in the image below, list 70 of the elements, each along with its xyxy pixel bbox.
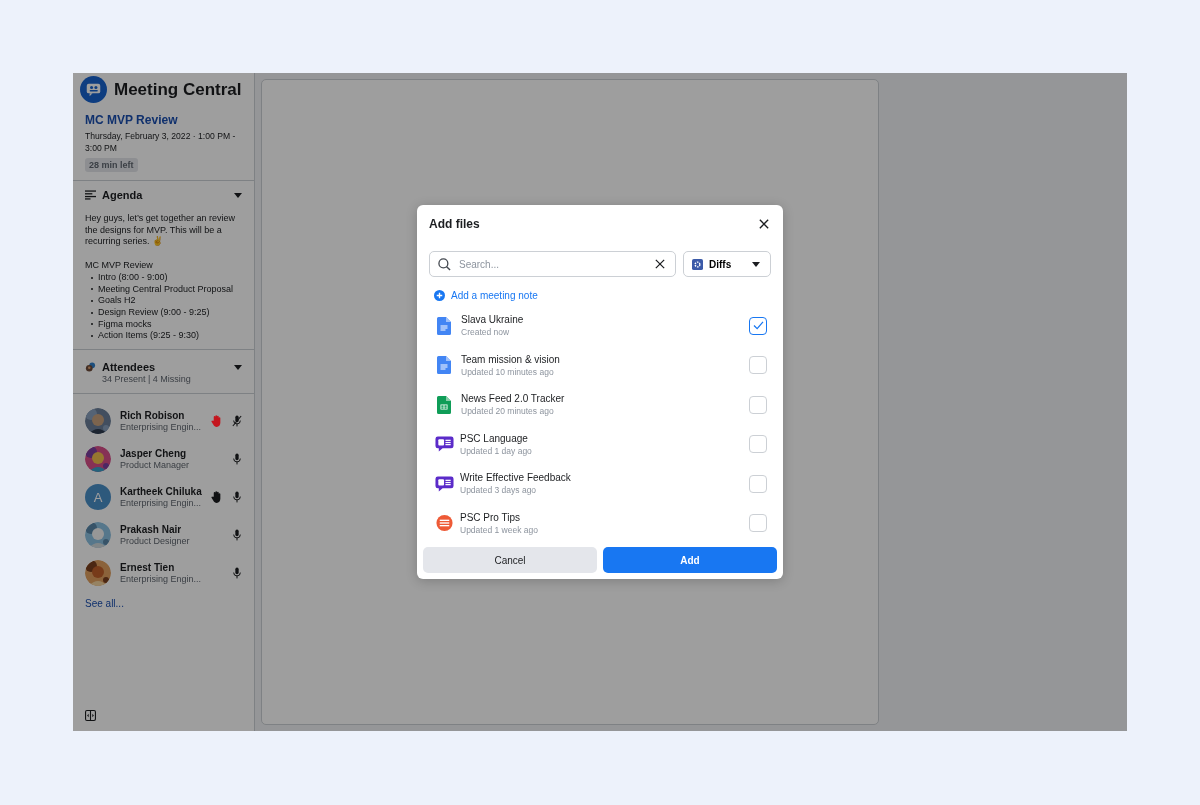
attendee-role: Enterprising Engin...: [120, 498, 203, 509]
attendee-role: Enterprising Engin...: [120, 422, 203, 433]
search-field[interactable]: Search...: [429, 251, 676, 277]
attendee-role: Enterprising Engin...: [120, 574, 203, 585]
attendee-name: Kartheek Chiluka: [120, 486, 203, 498]
file-name: PSC Language: [460, 432, 529, 444]
logo-icon: [80, 76, 107, 103]
search-input[interactable]: Search...: [457, 257, 655, 271]
microphone-icon[interactable]: [232, 491, 242, 504]
file-updated: Updated 20 minutes ago: [461, 406, 555, 417]
file-updated: Updated 1 day ago: [460, 445, 533, 456]
cancel-button[interactable]: Cancel: [423, 547, 597, 573]
attendee-name: Ernest Tien: [120, 562, 176, 574]
agenda-item: Figma mocks: [98, 318, 152, 331]
agenda-item: Goals H2: [98, 295, 136, 307]
file-updated: Created now: [461, 327, 511, 338]
time-left-badge: 28 min left: [85, 158, 138, 172]
caret-icon: [752, 261, 760, 267]
microphone-icon[interactable]: [232, 567, 242, 580]
file-name: Slava Ukraine: [461, 314, 525, 326]
microphone-icon[interactable]: [232, 453, 242, 466]
attendee-role: Product Designer: [120, 536, 191, 547]
file-name: Write Effective Feedback: [460, 472, 572, 484]
checkmark-icon: [752, 321, 764, 331]
agenda-item: Meeting Central Product Proposal: [98, 283, 234, 296]
file-updated: Updated 10 minutes ago: [461, 366, 555, 377]
microphone-icon[interactable]: [232, 415, 242, 428]
add-note-link[interactable]: Add a meeting note: [434, 290, 538, 301]
meeting-title: MC MVP Review: [85, 113, 179, 127]
attendee-name: Rich Robison: [120, 410, 186, 422]
caret-icon[interactable]: [234, 192, 242, 198]
app-title: Meeting Central: [114, 79, 242, 100]
document-icon: [437, 316, 451, 335]
agenda-item: Intro (8:00 - 9:00): [98, 271, 168, 284]
close-icon[interactable]: [759, 219, 769, 229]
section-title: Attendees: [102, 361, 157, 374]
chat-icon: [435, 435, 454, 454]
search-icon: [438, 257, 451, 271]
meeting-time: Thursday, February 3, 2022 · 1:00 PM - 3:00 PM: [85, 130, 237, 154]
filter-dropdown[interactable]: Diffs: [683, 251, 771, 277]
see-all-link[interactable]: See all...: [85, 598, 124, 610]
attendee-name: Jasper Cheng: [120, 448, 188, 460]
spreadsheet-icon: [437, 395, 451, 414]
agenda-item: Action Items (9:25 - 9:30): [98, 330, 200, 343]
caret-icon[interactable]: [234, 365, 242, 371]
add-icon: [434, 290, 445, 301]
clear-icon[interactable]: [655, 259, 665, 269]
agenda-item: Design Review (9:00 - 9:25): [98, 306, 210, 319]
add-button[interactable]: Add: [603, 547, 777, 573]
avatar: A: [85, 484, 111, 511]
people-icon: [85, 362, 96, 373]
checkbox[interactable]: [749, 316, 767, 335]
file-updated: Updated 3 days ago: [460, 485, 538, 496]
chat-icon: [435, 474, 454, 493]
agenda-icon: [85, 190, 96, 200]
document-icon: [437, 356, 451, 375]
agenda-list-title: MC MVP Review: [85, 260, 154, 272]
microphone-icon[interactable]: [232, 529, 242, 542]
dialog-title: Add files: [429, 217, 480, 231]
attendee-name: Prakash Nair: [120, 524, 183, 536]
file-updated: Updated 1 week ago: [460, 524, 539, 535]
file-name: News Feed 2.0 Tracker: [461, 393, 566, 405]
section-title: Agenda: [102, 189, 143, 201]
file-name: PSC Pro Tips: [460, 511, 522, 523]
file-name: Team mission & vision: [461, 353, 561, 365]
agenda-description: Hey guys, let’s get together an review the designs for MVP. This will be a recurring series. ✌: [85, 213, 236, 249]
note-icon: [435, 514, 454, 533]
attendee-role: Product Manager: [120, 460, 191, 471]
attendance-summary: 34 Present | 4 Missing: [102, 374, 191, 385]
sidebar-toggle-icon[interactable]: [85, 710, 96, 721]
